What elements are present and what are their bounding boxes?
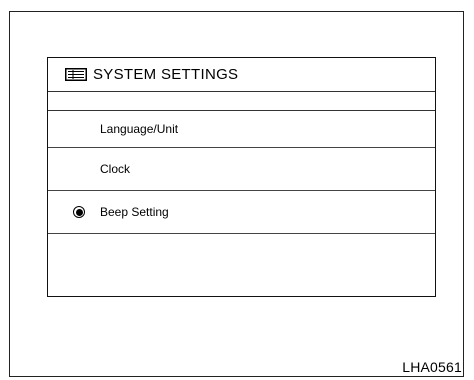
header-divider-bar <box>48 92 435 111</box>
menu-item-label: Clock <box>100 162 131 176</box>
settings-list-icon <box>65 68 87 81</box>
menu-item-label: Language/Unit <box>100 122 179 136</box>
radio-dot <box>75 208 83 216</box>
menu-item-beep-setting[interactable]: Beep Setting <box>48 191 435 234</box>
title-bar: SYSTEM SETTINGS <box>48 58 435 92</box>
page-title: SYSTEM SETTINGS <box>93 66 239 83</box>
menu-item-label: Beep Setting <box>100 205 169 219</box>
menu-item-language-unit[interactable]: Language/Unit <box>48 111 435 148</box>
system-settings-screen: SYSTEM SETTINGS Language/Unit Clock Beep… <box>47 57 436 297</box>
selected-radio-icon <box>73 206 85 218</box>
figure-id: LHA0561 <box>402 359 462 375</box>
menu-item-clock[interactable]: Clock <box>48 148 435 191</box>
